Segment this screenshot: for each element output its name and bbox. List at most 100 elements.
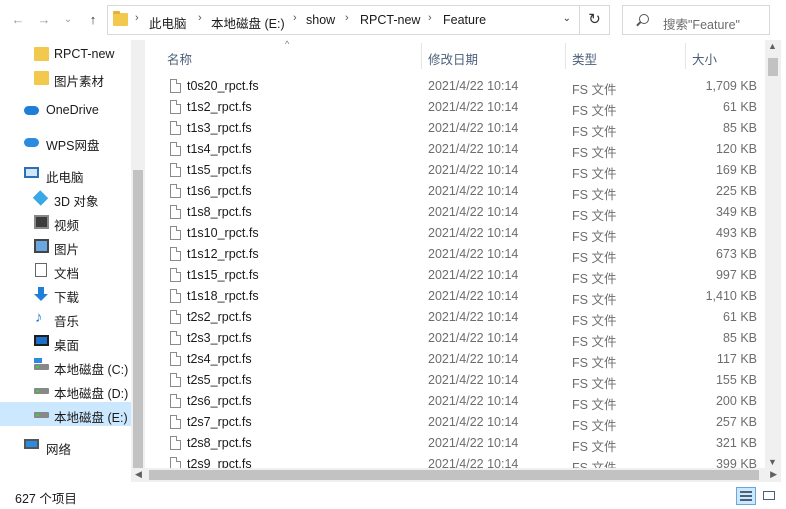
sidebar-item-desktop[interactable]: 桌面 <box>0 330 131 354</box>
file-size: 493 KB <box>715 226 757 240</box>
file-name: t2s2_rpct.fs <box>187 310 252 324</box>
address-bar[interactable]: › 此电脑 › 本地磁盘 (E:) › show › RPCT-new › Fe… <box>107 5 580 35</box>
file-icon <box>170 310 181 324</box>
scroll-left-arrow-icon[interactable]: ◀ <box>135 469 142 480</box>
sidebar-item-drive-d[interactable]: 本地磁盘 (D:) <box>0 378 131 402</box>
file-name: t1s18_rpct.fs <box>187 289 259 303</box>
column-header-type[interactable]: 类型 <box>572 49 597 68</box>
scroll-right-arrow-icon[interactable]: ▶ <box>770 469 777 480</box>
sidebar-item-videos[interactable]: 视频 <box>0 210 131 234</box>
column-divider[interactable] <box>685 43 686 69</box>
file-type: FS 文件 <box>572 377 617 391</box>
breadcrumb-drive-e[interactable]: 本地磁盘 (E:) <box>211 13 285 32</box>
column-divider[interactable] <box>565 43 566 69</box>
back-arrow-icon[interactable]: ← <box>8 8 28 32</box>
file-date: 2021/4/22 10:14 <box>428 373 519 387</box>
table-row[interactable]: t2s7_rpct.fs 2021/4/22 10:14 FS 文件 257 KB <box>145 412 765 433</box>
table-row[interactable]: t2s5_rpct.fs 2021/4/22 10:14 FS 文件 155 KB <box>145 370 765 391</box>
address-dropdown-chevron-icon[interactable]: ⌄ <box>563 13 571 24</box>
breadcrumb-show[interactable]: show <box>306 13 335 27</box>
table-row[interactable]: t1s8_rpct.fs 2021/4/22 10:14 FS 文件 349 KB <box>145 202 765 223</box>
breadcrumb-this-pc[interactable]: 此电脑 <box>149 13 187 32</box>
forward-arrow-icon[interactable]: → <box>34 8 54 32</box>
scrollbar-thumb[interactable] <box>133 170 143 470</box>
file-date: 2021/4/22 10:14 <box>428 163 519 177</box>
file-size: 321 KB <box>715 436 757 450</box>
scrollbar-thumb[interactable] <box>149 470 759 480</box>
breadcrumb-feature[interactable]: Feature <box>443 13 486 27</box>
table-row[interactable]: t2s4_rpct.fs 2021/4/22 10:14 FS 文件 117 KB <box>145 349 765 370</box>
table-row[interactable]: t2s8_rpct.fs 2021/4/22 10:14 FS 文件 321 KB <box>145 433 765 454</box>
status-bar: 627 个项目 <box>0 482 786 509</box>
file-icon <box>170 394 181 408</box>
sidebar-item-this-pc[interactable]: 此电脑 <box>0 162 131 186</box>
file-date: 2021/4/22 10:14 <box>428 268 519 282</box>
breadcrumb-rpct-new[interactable]: RPCT-new <box>360 13 420 27</box>
sidebar-item-drive-e[interactable]: 本地磁盘 (E:) <box>0 402 131 426</box>
sidebar-item-3d-objects[interactable]: 3D 对象 <box>0 186 131 210</box>
file-icon <box>170 436 181 450</box>
table-row[interactable]: t0s20_rpct.fs 2021/4/22 10:14 FS 文件 1,709 K… <box>145 76 765 97</box>
column-header-name[interactable]: 名称 <box>167 49 192 68</box>
table-row[interactable]: t1s2_rpct.fs 2021/4/22 10:14 FS 文件 61 KB <box>145 97 765 118</box>
table-row[interactable]: t1s12_rpct.fs 2021/4/22 10:14 FS 文件 673 KB <box>145 244 765 265</box>
file-type: FS 文件 <box>572 398 617 412</box>
sidebar-item-onedrive[interactable]: OneDrive <box>0 98 131 122</box>
breadcrumb-separator-icon[interactable]: › <box>428 12 432 24</box>
sidebar-item-image-assets[interactable]: 图片素材 <box>0 66 131 90</box>
search-input[interactable]: 搜索"Feature" <box>622 5 770 35</box>
table-row[interactable]: t1s15_rpct.fs 2021/4/22 10:14 FS 文件 997 KB <box>145 265 765 286</box>
breadcrumb-separator-icon[interactable]: › <box>293 12 297 24</box>
scroll-up-arrow-icon[interactable]: ▲ <box>768 41 777 51</box>
column-header-size[interactable]: 大小 <box>692 49 717 68</box>
file-name: t0s20_rpct.fs <box>187 79 259 93</box>
large-icons-view-button[interactable] <box>760 487 780 505</box>
file-type: FS 文件 <box>572 251 617 265</box>
table-row[interactable]: t1s5_rpct.fs 2021/4/22 10:14 FS 文件 169 KB <box>145 160 765 181</box>
sidebar-item-downloads[interactable]: 下载 <box>0 282 131 306</box>
navigation-scrollbar[interactable]: ▼ <box>131 40 145 482</box>
sidebar-item-pictures[interactable]: 图片 <box>0 234 131 258</box>
sidebar-item-network[interactable]: 网络 <box>0 434 131 458</box>
up-arrow-icon[interactable]: ↑ <box>83 8 103 32</box>
table-row[interactable]: t1s6_rpct.fs 2021/4/22 10:14 FS 文件 225 KB <box>145 181 765 202</box>
table-row[interactable]: t2s2_rpct.fs 2021/4/22 10:14 FS 文件 61 KB <box>145 307 765 328</box>
table-row[interactable]: t1s4_rpct.fs 2021/4/22 10:14 FS 文件 120 KB <box>145 139 765 160</box>
file-size: 61 KB <box>722 310 757 324</box>
breadcrumb-separator-icon[interactable]: › <box>345 12 349 24</box>
file-list-vertical-scrollbar[interactable]: ▲ ▼ <box>765 40 781 468</box>
column-divider[interactable] <box>421 43 422 69</box>
breadcrumb-separator-icon[interactable]: › <box>135 12 139 24</box>
refresh-icon[interactable]: ↻ <box>580 5 610 35</box>
table-row[interactable]: t1s10_rpct.fs 2021/4/22 10:14 FS 文件 493 KB <box>145 223 765 244</box>
table-row[interactable]: t2s9_rpct.fs 2021/4/22 10:14 FS 文件 399 KB <box>145 454 765 468</box>
column-header-date[interactable]: 修改日期 <box>428 49 478 68</box>
file-icon <box>170 268 181 282</box>
table-row[interactable]: t1s18_rpct.fs 2021/4/22 10:14 FS 文件 1,410 K… <box>145 286 765 307</box>
file-date: 2021/4/22 10:14 <box>428 226 519 240</box>
table-row[interactable]: t2s6_rpct.fs 2021/4/22 10:14 FS 文件 200 KB <box>145 391 765 412</box>
sidebar-item-label: 本地磁盘 (C:) <box>54 363 129 377</box>
breadcrumb-separator-icon[interactable]: › <box>198 12 202 24</box>
file-date: 2021/4/22 10:14 <box>428 100 519 114</box>
sidebar-item-label: OneDrive <box>46 103 99 117</box>
recent-locations-chevron-icon[interactable]: ⌄ <box>58 8 78 32</box>
sidebar-item-label: 图片素材 <box>54 75 105 89</box>
sidebar-item-music[interactable]: ♪ 音乐 <box>0 306 131 330</box>
sidebar-item-wps-drive[interactable]: WPS网盘 <box>0 130 131 154</box>
file-icon <box>170 457 181 468</box>
scroll-down-arrow-icon[interactable]: ▼ <box>768 457 777 467</box>
file-type: FS 文件 <box>572 293 617 307</box>
file-name: t1s8_rpct.fs <box>187 205 252 219</box>
file-list-horizontal-scrollbar[interactable]: ◀ ▶ <box>131 468 781 482</box>
table-row[interactable]: t2s3_rpct.fs 2021/4/22 10:14 FS 文件 85 KB <box>145 328 765 349</box>
details-view-button[interactable] <box>736 487 756 505</box>
sidebar-item-label: 网络 <box>46 443 72 457</box>
table-row[interactable]: t1s3_rpct.fs 2021/4/22 10:14 FS 文件 85 KB <box>145 118 765 139</box>
sidebar-item-label: 音乐 <box>54 315 80 329</box>
scrollbar-thumb[interactable] <box>768 58 778 76</box>
sidebar-item-documents[interactable]: 文档 <box>0 258 131 282</box>
sidebar-item-rpct-new[interactable]: RPCT-new <box>0 42 131 66</box>
file-name: t2s9_rpct.fs <box>187 457 252 468</box>
sidebar-item-drive-c[interactable]: 本地磁盘 (C:) <box>0 354 131 378</box>
